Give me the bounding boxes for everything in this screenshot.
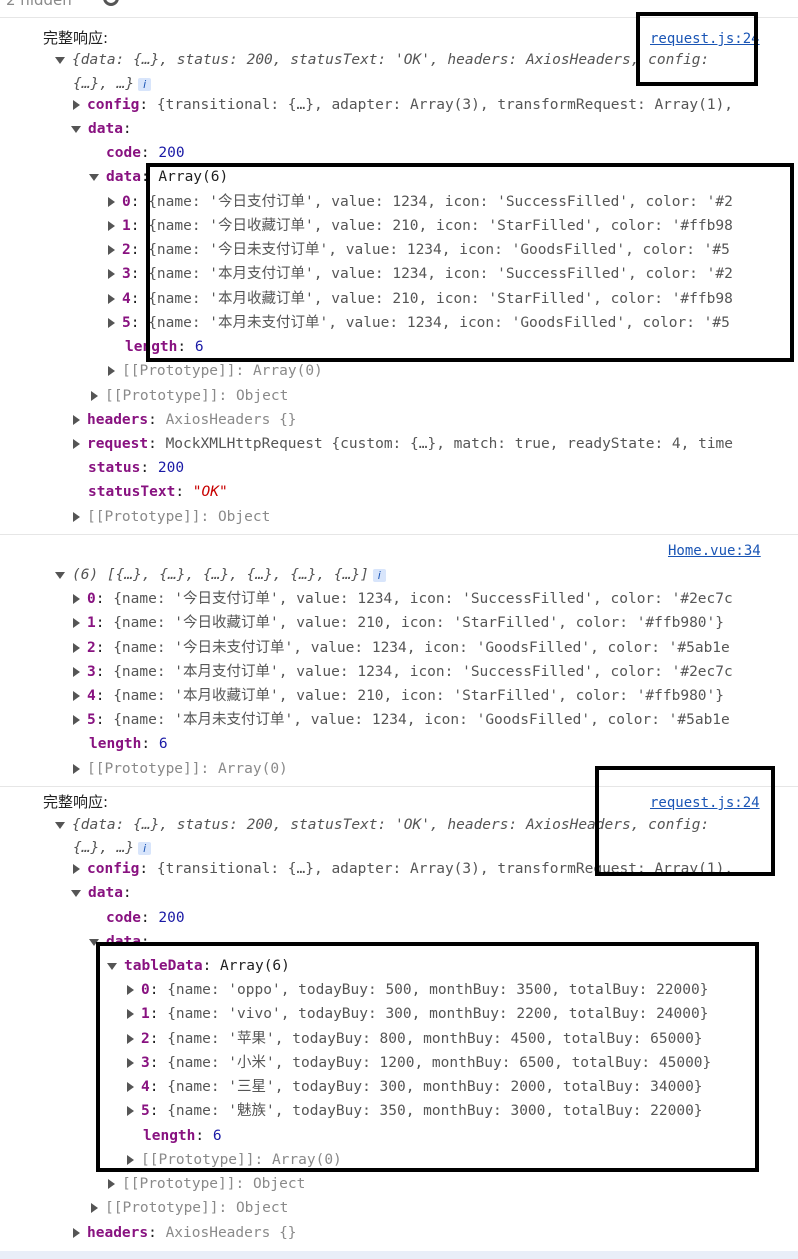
prototype-row[interactable]: [[Prototype]]: Object: [91, 1199, 288, 1217]
collapse-triangle-icon[interactable]: [73, 667, 80, 677]
prop-request[interactable]: request: MockXMLHttpRequest {custom: {…}…: [73, 435, 733, 453]
annotation-box: [146, 163, 794, 362]
prop-length: length: 6: [89, 736, 168, 752]
log-label: 完整响应:: [43, 29, 109, 47]
collapse-triangle-icon[interactable]: [73, 618, 80, 628]
prototype-row[interactable]: [[Prototype]]: Object: [73, 508, 270, 526]
collapse-triangle-icon[interactable]: [91, 1203, 98, 1213]
collapse-triangle-icon[interactable]: [108, 221, 115, 231]
prototype-row[interactable]: [[Prototype]]: Array(0): [73, 760, 288, 778]
hidden-count[interactable]: 2 hidden: [6, 0, 72, 9]
prop-headers[interactable]: headers: AxiosHeaders {}: [73, 411, 297, 429]
info-icon[interactable]: i: [138, 77, 152, 91]
collapse-triangle-icon[interactable]: [91, 391, 98, 401]
collapse-triangle-icon[interactable]: [73, 691, 80, 701]
collapse-triangle-icon[interactable]: [73, 715, 80, 725]
collapse-triangle-icon[interactable]: [73, 864, 80, 874]
annotation-box: [636, 12, 758, 86]
info-icon[interactable]: i: [138, 841, 152, 855]
prop-config[interactable]: config: {transitional: {…}, adapter: Arr…: [73, 96, 733, 114]
log-label: 完整响应:: [43, 793, 109, 811]
collapse-triangle-icon[interactable]: [73, 1228, 80, 1238]
expand-triangle-icon[interactable]: [89, 173, 99, 181]
collapse-triangle-icon[interactable]: [73, 415, 80, 425]
collapse-triangle-icon[interactable]: [73, 594, 80, 604]
collapse-triangle-icon[interactable]: [108, 269, 115, 279]
gear-icon[interactable]: [103, 0, 119, 6]
prop-headers[interactable]: headers: AxiosHeaders {}: [73, 1224, 297, 1242]
array-summary[interactable]: (6) [{…}, {…}, {…}, {…}, {…}, {…}] i: [55, 566, 386, 584]
prop-code: code: 200: [106, 910, 185, 926]
separator: [0, 534, 798, 535]
collapse-triangle-icon[interactable]: [73, 439, 80, 449]
expand-triangle-icon[interactable]: [71, 889, 81, 897]
collapse-triangle-icon[interactable]: [73, 100, 80, 110]
expand-triangle-icon[interactable]: [55, 56, 65, 64]
array-row[interactable]: 4: {name: '本月收藏订单', value: 210, icon: 'S…: [73, 687, 724, 705]
expand-triangle-icon[interactable]: [71, 125, 81, 133]
object-summary-cont: {…}, …} i: [73, 839, 152, 857]
collapse-triangle-icon[interactable]: [73, 764, 80, 774]
array-row[interactable]: 2: {name: '今日未支付订单', value: 1234, icon: …: [73, 639, 730, 657]
collapse-triangle-icon[interactable]: [73, 512, 80, 522]
collapse-triangle-icon[interactable]: [108, 294, 115, 304]
prototype-row[interactable]: [[Prototype]]: Array(0): [108, 362, 323, 380]
prop-code: code: 200: [106, 145, 185, 161]
prop-statustext: statusText: "OK": [88, 484, 228, 500]
prop-status: status: 200: [88, 460, 185, 476]
cut-off-row: [0, 1251, 798, 1259]
expand-triangle-icon[interactable]: [55, 571, 65, 579]
collapse-triangle-icon[interactable]: [108, 366, 115, 376]
array-row[interactable]: 1: {name: '今日收藏订单', value: 210, icon: 'S…: [73, 614, 724, 632]
object-summary-cont: {…}, …} i: [73, 75, 152, 93]
collapse-triangle-icon[interactable]: [108, 318, 115, 328]
collapse-triangle-icon[interactable]: [73, 643, 80, 653]
array-row[interactable]: 5: {name: '本月未支付订单', value: 1234, icon: …: [73, 711, 730, 729]
array-row[interactable]: 0: {name: '今日支付订单', value: 1234, icon: '…: [73, 590, 733, 608]
source-link[interactable]: Home.vue:34: [668, 542, 761, 560]
prototype-row[interactable]: [[Prototype]]: Object: [91, 387, 288, 405]
info-icon[interactable]: i: [372, 568, 386, 582]
collapse-triangle-icon[interactable]: [108, 197, 115, 207]
object-summary[interactable]: {data: {…}, status: 200, statusText: 'OK…: [55, 51, 709, 69]
annotation-box: [96, 942, 759, 1172]
collapse-triangle-icon[interactable]: [108, 245, 115, 255]
prop-data[interactable]: data:: [71, 884, 132, 902]
collapse-triangle-icon[interactable]: [108, 1179, 115, 1189]
annotation-box: [595, 766, 775, 876]
prototype-row[interactable]: [[Prototype]]: Object: [108, 1175, 305, 1193]
expand-triangle-icon[interactable]: [55, 821, 65, 829]
array-row[interactable]: 3: {name: '本月支付订单', value: 1234, icon: '…: [73, 663, 733, 681]
prop-data[interactable]: data:: [71, 120, 132, 138]
